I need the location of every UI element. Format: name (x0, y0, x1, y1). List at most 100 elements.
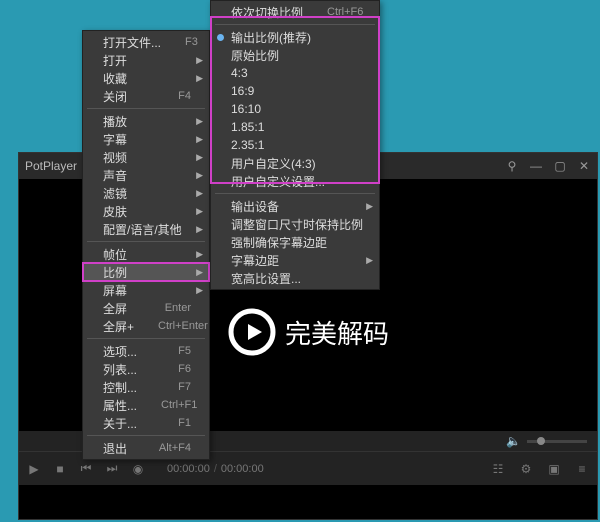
menu-item[interactable]: 16:9 (211, 82, 379, 100)
menu-item[interactable]: 皮肤▶ (83, 202, 209, 220)
menu-item-label: 关闭 (103, 88, 154, 105)
menu-item-label: 2.35:1 (231, 138, 361, 152)
chevron-right-icon: ▶ (196, 224, 203, 235)
current-time: 00:00:00 (167, 463, 210, 475)
logo-text: 完美解码 (285, 314, 389, 351)
menu-separator (87, 435, 205, 436)
menu-item-label: 屏幕 (103, 282, 191, 299)
menu-item-label: 关于... (103, 415, 154, 432)
volume-slider[interactable] (527, 440, 587, 443)
menu-item[interactable]: 比例▶ (83, 263, 209, 281)
prev-button[interactable]: ⏮ (79, 462, 93, 476)
settings-icon[interactable]: ⚙ (519, 462, 533, 476)
chevron-right-icon: ▶ (196, 152, 203, 163)
minimize-icon[interactable]: — (529, 159, 543, 173)
player-logo-icon (227, 307, 277, 357)
menu-item[interactable]: 输出比例(推荐) (211, 28, 379, 46)
chevron-right-icon: ▶ (196, 116, 203, 127)
menu-item-accel: F5 (178, 345, 191, 357)
menu-item[interactable]: 16:10 (211, 100, 379, 118)
menu-item[interactable]: 打开 ▶ (83, 51, 209, 69)
menu-item-label: 用户自定义(4:3) (231, 155, 361, 172)
menu-separator (87, 108, 205, 109)
menu-item-label: 皮肤 (103, 203, 191, 220)
menu-item-label: 字幕 (103, 131, 191, 148)
menu-item-label: 属性... (103, 397, 137, 414)
list-icon[interactable]: ≡ (575, 462, 589, 476)
menu-item[interactable]: 字幕▶ (83, 130, 209, 148)
menu-item-label: 打开 (103, 52, 191, 69)
menu-item-label: 4:3 (231, 66, 361, 80)
play-button[interactable]: ▶ (27, 462, 41, 476)
menu-item-label: 宽高比设置... (231, 270, 361, 287)
menu-item[interactable]: 退出Alt+F4 (83, 439, 209, 457)
menu-item-label: 配置/语言/其他 (103, 221, 191, 238)
menu-item[interactable]: 声音 ▶ (83, 166, 209, 184)
chevron-right-icon: ▶ (196, 249, 203, 260)
menu-item[interactable]: 列表...F6 (83, 360, 209, 378)
webcam-icon[interactable]: ◉ (131, 462, 145, 476)
menu-item-label: 声音 (103, 167, 191, 184)
playlist-icon[interactable]: ☷ (491, 462, 505, 476)
window-buttons: ⚲ — ▢ ✕ (505, 159, 591, 173)
menu-item[interactable]: 关于...F1 (83, 414, 209, 432)
close-icon[interactable]: ✕ (577, 159, 591, 173)
menu-item-label: 比例 (103, 264, 191, 281)
menu-item[interactable]: 全屏+Ctrl+Enter (83, 317, 209, 335)
menu-item-label: 控制... (103, 379, 154, 396)
menu-item[interactable]: 配置/语言/其他 ▶ (83, 220, 209, 238)
menu-item-label: 选项... (103, 343, 154, 360)
menu-item-accel: F6 (178, 363, 191, 375)
menu-item[interactable]: 选项... F5 (83, 342, 209, 360)
menu-item[interactable]: 输出设备 ▶ (211, 197, 379, 215)
menu-item[interactable]: 宽高比设置... (211, 269, 379, 287)
open-file-icon[interactable]: ▣ (547, 462, 561, 476)
maximize-icon[interactable]: ▢ (553, 159, 567, 173)
menu-item[interactable]: 4:3 (211, 64, 379, 82)
chevron-right-icon: ▶ (196, 170, 203, 181)
menu-item[interactable]: 原始比例 (211, 46, 379, 64)
menu-item[interactable]: 打开文件... F3 (83, 33, 209, 51)
menu-separator (87, 241, 205, 242)
menu-item[interactable]: 字幕边距▶ (211, 251, 379, 269)
menu-item[interactable]: 用户自定义(4:3) (211, 154, 379, 172)
menu-item-accel: Ctrl+Enter (158, 320, 208, 332)
menu-item-label: 16:10 (231, 102, 361, 116)
menu-item[interactable]: 1.85:1 (211, 118, 379, 136)
next-button[interactable]: ⏭ (105, 462, 119, 476)
menu-item[interactable]: 收藏▶ (83, 69, 209, 87)
chevron-right-icon: ▶ (366, 201, 373, 212)
chevron-right-icon: ▶ (196, 55, 203, 66)
menu-item[interactable]: 全屏Enter (83, 299, 209, 317)
menu-item-accel: Enter (165, 302, 191, 314)
menu-item[interactable]: 用户自定义设置... (211, 172, 379, 190)
menu-item-accel: Ctrl+F1 (161, 399, 197, 411)
menu-item-label: 输出设备 (231, 198, 361, 215)
menu-item-accel: F7 (178, 381, 191, 393)
menu-item[interactable]: 屏幕▶ (83, 281, 209, 299)
menu-item-label: 调整窗口尺寸时保持比例 (231, 216, 363, 233)
menu-item[interactable]: 属性... Ctrl+F1 (83, 396, 209, 414)
menu-separator (87, 338, 205, 339)
menu-item[interactable]: 强制确保字幕边距 (211, 233, 379, 251)
menu-item-accel: F4 (178, 90, 191, 102)
menu-item-label: 视频 (103, 149, 191, 166)
menu-item-accel: F3 (185, 36, 198, 48)
menu-item[interactable]: 2.35:1 (211, 136, 379, 154)
menu-item[interactable]: 视频 ▶ (83, 148, 209, 166)
menu-item-label: 依次切换比例 (231, 4, 303, 21)
menu-item[interactable]: 滤镜▶ (83, 184, 209, 202)
menu-item[interactable]: 关闭 F4 (83, 87, 209, 105)
menu-item[interactable]: 依次切换比例Ctrl+F6 (211, 3, 379, 21)
menu-item[interactable]: 调整窗口尺寸时保持比例 (211, 215, 379, 233)
stop-button[interactable]: ■ (53, 462, 67, 476)
menu-item[interactable]: 播放 ▶ (83, 112, 209, 130)
chevron-right-icon: ▶ (196, 73, 203, 84)
menu-item-label: 播放 (103, 113, 191, 130)
playback-time: 00:00:00/00:00:00 (167, 463, 264, 475)
menu-item-label: 打开文件... (103, 34, 161, 51)
menu-item[interactable]: 帧位▶ (83, 245, 209, 263)
pin-icon[interactable]: ⚲ (505, 159, 519, 173)
menu-item[interactable]: 控制... F7 (83, 378, 209, 396)
volume-icon[interactable]: 🔈 (506, 434, 521, 448)
